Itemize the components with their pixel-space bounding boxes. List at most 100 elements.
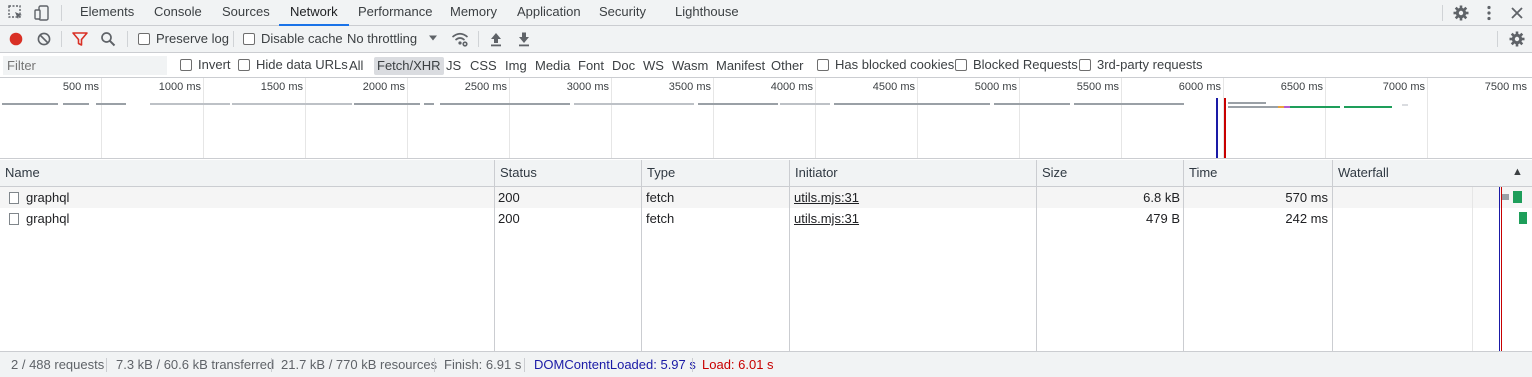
request-size: 479 B: [1146, 211, 1180, 226]
column-divider[interactable]: [494, 160, 495, 351]
more-options-icon[interactable]: [1480, 4, 1498, 22]
dom-content-loaded-marker: [1216, 98, 1218, 158]
record-icon[interactable]: [7, 30, 25, 48]
toolbar-divider: [127, 31, 128, 47]
timeline-tick-label: 3500 ms: [668, 81, 711, 93]
document-icon: [9, 208, 19, 229]
column-header-status[interactable]: Status: [495, 160, 642, 187]
inspect-element-icon[interactable]: [7, 4, 25, 22]
type-filter-wasm[interactable]: Wasm: [669, 57, 711, 75]
third-party-requests-checkbox[interactable]: [1079, 59, 1091, 71]
request-status: 200: [498, 211, 520, 226]
network-overview-timeline[interactable]: 500 ms 1000 ms 1500 ms 2000 ms 2500 ms 3…: [0, 78, 1532, 159]
type-filter-doc[interactable]: Doc: [609, 57, 638, 75]
network-toolbar: Preserve log Disable cache No throttling: [0, 26, 1532, 53]
request-initiator-link[interactable]: utils.mjs:31: [794, 187, 859, 208]
resources-size: 21.7 kB / 770 kB resources: [281, 357, 438, 372]
type-filter-fetch-xhr[interactable]: Fetch/XHR: [374, 57, 444, 75]
search-icon[interactable]: [99, 30, 117, 48]
has-blocked-cookies-checkbox[interactable]: [817, 59, 829, 71]
tab-security[interactable]: Security: [599, 0, 646, 26]
tab-lighthouse[interactable]: Lighthouse: [675, 0, 739, 26]
table-row[interactable]: graphql 200 fetch utils.mjs:31 6.8 kB 57…: [0, 187, 1532, 208]
column-divider[interactable]: [1332, 160, 1333, 351]
tab-network[interactable]: Network: [279, 0, 349, 26]
status-divider: [434, 358, 435, 372]
filter-icon[interactable]: [71, 30, 89, 48]
has-blocked-cookies-label: Has blocked cookies: [835, 57, 955, 72]
column-header-name[interactable]: Name: [0, 160, 495, 187]
request-type: fetch: [646, 190, 675, 205]
tab-console[interactable]: Console: [154, 0, 202, 26]
third-party-requests-label: 3rd-party requests: [1097, 57, 1203, 72]
type-filter-manifest[interactable]: Manifest: [713, 57, 768, 75]
request-initiator-link[interactable]: utils.mjs:31: [794, 208, 859, 229]
sort-ascending-icon[interactable]: ▲: [1512, 166, 1523, 178]
transferred-size: 7.3 kB / 60.6 kB transferred: [116, 357, 275, 372]
column-divider[interactable]: [789, 160, 790, 351]
network-conditions-icon[interactable]: [451, 30, 469, 48]
waterfall-load-line: [1501, 187, 1502, 351]
column-header-time[interactable]: Time: [1184, 160, 1333, 187]
timeline-gridline: [1427, 78, 1428, 158]
request-name: graphql: [26, 211, 70, 226]
column-divider[interactable]: [1036, 160, 1037, 351]
status-divider: [271, 358, 272, 372]
invert-checkbox[interactable]: [180, 59, 192, 71]
type-filter-font[interactable]: Font: [575, 57, 607, 75]
timeline-tick-label: 6500 ms: [1280, 81, 1323, 93]
disable-cache-label: Disable cache: [261, 31, 343, 46]
waterfall-bar-download: [1519, 212, 1527, 224]
throttling-select[interactable]: No throttling: [347, 31, 417, 46]
preserve-log-checkbox[interactable]: [138, 33, 150, 45]
type-filter-other[interactable]: Other: [768, 57, 807, 75]
blocked-requests-checkbox[interactable]: [955, 59, 967, 71]
timeline-gridline: [1019, 78, 1020, 158]
tab-sources[interactable]: Sources: [222, 0, 270, 26]
hide-data-urls-checkbox[interactable]: [238, 59, 250, 71]
timeline-gridline: [407, 78, 408, 158]
export-har-icon[interactable]: [515, 30, 533, 48]
settings-gear-icon[interactable]: [1452, 4, 1470, 22]
tab-memory[interactable]: Memory: [450, 0, 497, 26]
disable-cache-checkbox[interactable]: [243, 33, 255, 45]
clear-icon[interactable]: [35, 30, 53, 48]
timeline-gridline: [101, 78, 102, 158]
timeline-gridline: [1325, 78, 1326, 158]
tab-performance[interactable]: Performance: [358, 0, 432, 26]
column-divider[interactable]: [1183, 160, 1184, 351]
column-header-size[interactable]: Size: [1037, 160, 1184, 187]
import-har-icon[interactable]: [487, 30, 505, 48]
request-time: 570 ms: [1285, 190, 1328, 205]
toolbar-divider: [1442, 5, 1443, 21]
column-header-initiator[interactable]: Initiator: [790, 160, 1037, 187]
chevron-down-icon[interactable]: [426, 31, 440, 45]
toolbar-divider: [1497, 31, 1498, 47]
dom-content-loaded-time: DOMContentLoaded: 5.97 s: [534, 357, 696, 372]
type-filter-all[interactable]: All: [346, 57, 366, 75]
column-divider[interactable]: [641, 160, 642, 351]
close-icon[interactable]: [1508, 4, 1526, 22]
column-header-type[interactable]: Type: [642, 160, 790, 187]
finish-time: Finish: 6.91 s: [444, 357, 522, 372]
toolbar-divider: [61, 31, 62, 47]
timeline-tick-label: 3000 ms: [566, 81, 609, 93]
device-toolbar-icon[interactable]: [33, 4, 51, 22]
table-row[interactable]: graphql 200 fetch utils.mjs:31 479 B 242…: [0, 208, 1532, 229]
waterfall-bar-waiting: [1502, 194, 1509, 200]
type-filter-media[interactable]: Media: [532, 57, 573, 75]
request-type: fetch: [646, 211, 675, 226]
tab-elements[interactable]: Elements: [80, 0, 134, 26]
status-divider: [106, 358, 107, 372]
filter-input[interactable]: [3, 56, 167, 75]
network-settings-gear-icon[interactable]: [1508, 30, 1526, 48]
type-filter-img[interactable]: Img: [502, 57, 530, 75]
type-filter-css[interactable]: CSS: [467, 57, 500, 75]
hide-data-urls-label: Hide data URLs: [256, 57, 348, 72]
request-count: 2 / 488 requests: [11, 357, 105, 372]
tab-application[interactable]: Application: [517, 0, 581, 26]
type-filter-js[interactable]: JS: [443, 57, 464, 75]
waterfall-gridline: [1472, 187, 1473, 351]
column-header-waterfall[interactable]: Waterfall: [1333, 160, 1532, 187]
type-filter-ws[interactable]: WS: [640, 57, 667, 75]
